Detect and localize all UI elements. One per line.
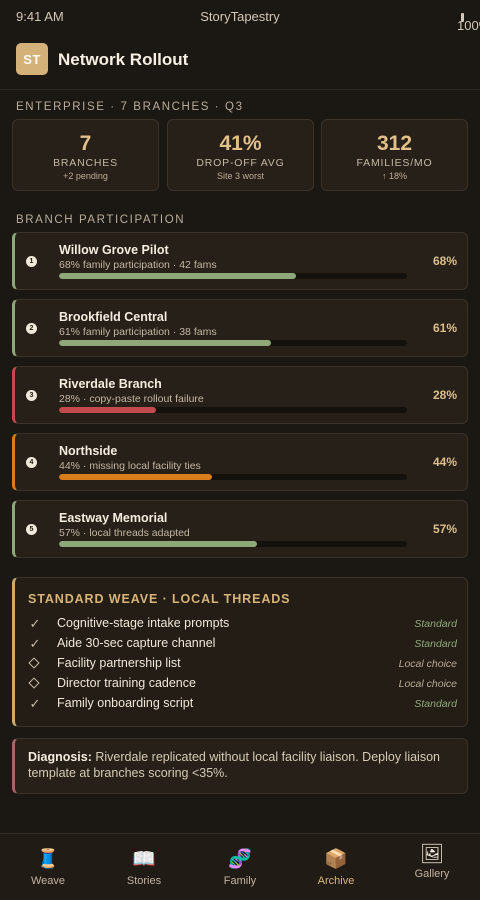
weave-item-tag: Standard	[414, 618, 457, 630]
stat-value: 41%	[219, 132, 262, 155]
book-icon: 📖	[132, 849, 156, 870]
app-header: ST Network Rollout	[16, 43, 464, 75]
stat-card: 312 FAMILIES/MO ↑ 18%	[321, 119, 468, 191]
weave-item-tag: Local choice	[398, 678, 457, 690]
weave-item-label: Family onboarding script	[57, 696, 194, 710]
tab-label: Family	[223, 875, 257, 887]
participation-bar-fill	[59, 474, 213, 480]
screen: 9:41 AM StoryTapestry 100% ST Network Ro…	[0, 0, 480, 900]
status-app-name: StoryTapestry	[200, 9, 280, 24]
archive-box-icon: 📦	[324, 849, 348, 870]
standard-weave-card: STANDARD WEAVE · LOCAL THREADS ✓ Cognitiv…	[12, 577, 468, 727]
weave-item: ✓ Cognitive-stage intake prompts Standard	[28, 615, 457, 633]
branch-meta: 61% family participation · 38 fams	[59, 326, 217, 338]
check-icon: ✓	[29, 636, 41, 651]
weave-title: STANDARD WEAVE · LOCAL THREADS	[28, 592, 291, 606]
family-tree-icon: 🧬	[228, 849, 252, 870]
page-title: Network Rollout	[58, 50, 189, 69]
check-icon: ✓	[29, 696, 41, 711]
branch-meta: 28% · copy-paste rollout failure	[59, 393, 204, 405]
branch-name: Northside	[59, 444, 118, 458]
tab-label: Archive	[317, 875, 355, 887]
header-divider	[0, 89, 480, 90]
stat-value: 7	[79, 132, 92, 155]
weave-item-label: Facility partnership list	[57, 656, 181, 670]
branch-card[interactable]: 3 Riverdale Branch 28% · copy-paste rollou…	[12, 366, 468, 424]
weave-item-tag: Standard	[414, 638, 457, 650]
branch-card[interactable]: 5 Eastway Memorial 57% · local threads ada…	[12, 500, 468, 558]
branch-percent: 68%	[432, 254, 457, 268]
weave-item-label: Cognitive-stage intake prompts	[57, 616, 230, 630]
diagnosis-lead: Diagnosis:	[28, 750, 92, 764]
thread-spool-icon: 🧵	[36, 849, 60, 870]
branch-name: Brookfield Central	[59, 310, 168, 324]
branch-name: Willow Grove Pilot	[59, 243, 169, 257]
weave-item-tag: Standard	[414, 698, 457, 710]
branch-name: Riverdale Branch	[59, 377, 162, 391]
check-icon: ✓	[29, 616, 41, 631]
weave-item: ✓ Aide 30-sec capture channel Standard	[28, 635, 457, 653]
branch-meta: 44% · missing local facility ties	[59, 460, 201, 472]
participation-label: BRANCH PARTICIPATION	[16, 214, 186, 226]
tab-stories[interactable]: 📖 Stories	[96, 834, 192, 900]
branch-meta: 68% family participation · 42 fams	[59, 259, 217, 271]
weave-item-tag: Local choice	[398, 658, 457, 670]
participation-bar-fill	[59, 340, 272, 346]
branch-percent: 28%	[432, 388, 457, 402]
status-bar: 9:41 AM StoryTapestry 100%	[0, 0, 480, 33]
overview-label: ENTERPRISE · 7 BRANCHES · Q3	[16, 101, 244, 113]
rank-badge: 1	[26, 256, 37, 267]
rank-badge: 2	[26, 323, 37, 334]
branch-card[interactable]: 4 Northside 44% · missing local facility t…	[12, 433, 468, 491]
branch-percent: 44%	[432, 455, 457, 469]
stats-row: 7 BRANCHES +2 pending 41% DROP-OFF AVG Site 3…	[12, 119, 468, 191]
battery-percent: 100%	[457, 18, 480, 33]
stat-sub: Site 3 worst	[216, 171, 265, 181]
participation-bar-fill	[59, 541, 258, 547]
participation-bar	[59, 474, 407, 480]
tab-label: Weave	[30, 875, 66, 887]
branch-percent: 57%	[432, 522, 457, 536]
stat-sub: +2 pending	[63, 171, 108, 181]
tab-weave[interactable]: 🧵 Weave	[0, 834, 96, 900]
stat-sub: ↑ 18%	[381, 171, 407, 181]
rank-badge: 4	[26, 457, 37, 468]
avatar[interactable]: ST	[16, 43, 48, 75]
branch-card[interactable]: 1 Willow Grove Pilot 68% family participat…	[12, 232, 468, 290]
weave-item-label: Aide 30-sec capture channel	[57, 636, 216, 650]
branch-percent: 61%	[432, 321, 457, 335]
stat-card: 7 BRANCHES +2 pending	[12, 119, 159, 191]
diamond-icon	[28, 657, 40, 669]
picture-frame-icon: 🖼	[419, 844, 445, 865]
stat-label: DROP-OFF AVG	[196, 157, 285, 169]
diamond-icon	[28, 677, 40, 689]
participation-bar	[59, 340, 407, 346]
stat-label: BRANCHES	[53, 157, 118, 169]
participation-bar-fill	[59, 407, 157, 413]
rank-badge: 3	[26, 390, 37, 401]
tab-label: Gallery	[414, 868, 450, 880]
tab-bar: 🧵 Weave 📖 Stories 🧬 Family 📦 Archive 🖼 Gallery	[0, 833, 480, 900]
stat-value: 312	[376, 132, 413, 155]
stat-card: 41% DROP-OFF AVG Site 3 worst	[167, 119, 314, 191]
tab-gallery[interactable]: 🖼 Gallery	[384, 834, 480, 900]
branch-name: Eastway Memorial	[59, 511, 168, 525]
participation-bar	[59, 407, 407, 413]
participation-bar	[59, 541, 407, 547]
weave-item: Facility partnership list Local choice	[28, 655, 457, 673]
participation-bar	[59, 273, 407, 279]
tab-archive[interactable]: 📦 Archive	[288, 834, 384, 900]
tab-label: Stories	[126, 875, 162, 887]
participation-bar-fill	[59, 273, 296, 279]
weave-item: ✓ Family onboarding script Standard	[28, 695, 457, 713]
branch-card[interactable]: 2 Brookfield Central 61% family participat…	[12, 299, 468, 357]
diagnosis-note: Diagnosis: Riverdale replicated without …	[12, 738, 468, 794]
tab-family[interactable]: 🧬 Family	[192, 834, 288, 900]
branch-meta: 57% · local threads adapted	[59, 527, 190, 539]
status-battery: 100%	[457, 9, 480, 33]
weave-item: Director training cadence Local choice	[28, 675, 457, 693]
weave-item-label: Director training cadence	[57, 676, 196, 690]
stat-label: FAMILIES/MO	[356, 157, 433, 169]
rank-badge: 5	[26, 524, 37, 535]
